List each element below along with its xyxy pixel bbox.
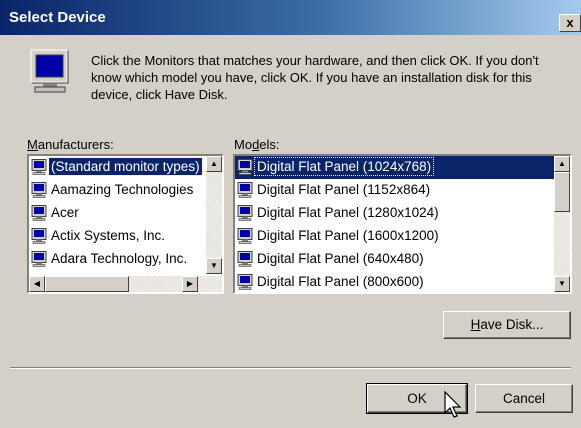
manufacturer-item-label: Aamazing Technologies — [51, 182, 194, 197]
models-vscroll[interactable]: ▲ ▼ — [554, 156, 570, 292]
manufacturer-item-label: Acer — [51, 205, 79, 220]
arrow-cursor-icon — [444, 391, 462, 418]
model-item-label: Digital Flat Panel (1600x1200) — [257, 228, 439, 243]
instructions-text: Click the Monitors that matches your har… — [91, 53, 539, 102]
monitor-icon — [31, 159, 47, 175]
manufacturer-item[interactable]: Aamazing Technologies — [29, 179, 206, 202]
scroll-down-arrow-icon[interactable]: ▼ — [554, 276, 570, 292]
model-item-label: Digital Flat Panel (640x480) — [257, 251, 424, 266]
manufacturer-item-label: Adara Technology, Inc. — [51, 251, 188, 266]
scroll-up-arrow-icon[interactable]: ▲ — [554, 156, 570, 172]
scroll-down-arrow-icon[interactable]: ▼ — [206, 258, 222, 274]
window-title: Select Device — [9, 9, 106, 26]
monitor-icon — [31, 228, 47, 244]
model-item-label: Digital Flat Panel (1280x1024) — [257, 205, 439, 220]
model-item[interactable]: Digital Flat Panel (1024x768) — [235, 156, 554, 179]
monitor-icon — [31, 182, 47, 198]
manufacturers-list[interactable]: (Standard monitor types) Aamazing Technol… — [27, 154, 224, 294]
monitor-icon — [237, 205, 253, 221]
model-item[interactable]: Digital Flat Panel (800x600) — [235, 271, 554, 292]
manufacturer-item[interactable]: Acer — [29, 202, 206, 225]
have-disk-button[interactable]: Have Disk... — [443, 311, 571, 339]
cancel-button[interactable]: Cancel — [475, 384, 573, 413]
model-item[interactable]: Digital Flat Panel (1600x1200) — [235, 225, 554, 248]
model-item[interactable]: Digital Flat Panel (640x480) — [235, 248, 554, 271]
model-item-label: Digital Flat Panel (1152x864) — [257, 182, 431, 197]
manufacturer-item[interactable]: Actix Systems, Inc. — [29, 225, 206, 248]
hscroll-thumb[interactable] — [45, 276, 129, 292]
monitor-icon — [237, 274, 253, 290]
models-label: Models: — [234, 137, 280, 152]
vscroll-thumb[interactable] — [554, 172, 570, 212]
close-button[interactable]: x — [559, 14, 581, 32]
scroll-up-arrow-icon[interactable]: ▲ — [206, 156, 222, 172]
models-list[interactable]: Digital Flat Panel (1024x768) Digital Fla… — [233, 154, 572, 294]
monitor-icon — [237, 159, 253, 175]
monitor-icon — [237, 228, 253, 244]
manufacturers-vscroll[interactable]: ▲ ▼ — [206, 156, 222, 274]
manufacturer-item-label: (Standard monitor types) — [48, 157, 203, 176]
model-item[interactable]: Digital Flat Panel (1280x1024) — [235, 202, 554, 225]
monitor-icon — [237, 251, 253, 267]
monitor-icon — [30, 49, 69, 93]
scroll-left-arrow-icon[interactable]: ◀ — [29, 276, 45, 292]
manufacturers-label: Manufacturers: — [27, 137, 114, 152]
monitor-icon — [31, 251, 47, 267]
manufacturer-item-label: Actix Systems, Inc. — [51, 228, 166, 243]
separator-highlight — [10, 368, 571, 369]
model-item-label: Digital Flat Panel (800x600) — [257, 274, 424, 289]
monitor-icon — [237, 182, 253, 198]
model-item[interactable]: Digital Flat Panel (1152x864) — [235, 179, 554, 202]
manufacturers-hscroll[interactable]: ◀ ▶ — [29, 276, 222, 292]
manufacturer-item[interactable]: Adara Technology, Inc. — [29, 248, 206, 271]
title-bar: Select Device — [0, 0, 581, 35]
monitor-icon — [31, 205, 47, 221]
manufacturer-item[interactable]: (Standard monitor types) — [29, 156, 206, 179]
model-item-label: Digital Flat Panel (1024x768) — [253, 157, 435, 176]
scroll-right-arrow-icon[interactable]: ▶ — [182, 276, 198, 292]
